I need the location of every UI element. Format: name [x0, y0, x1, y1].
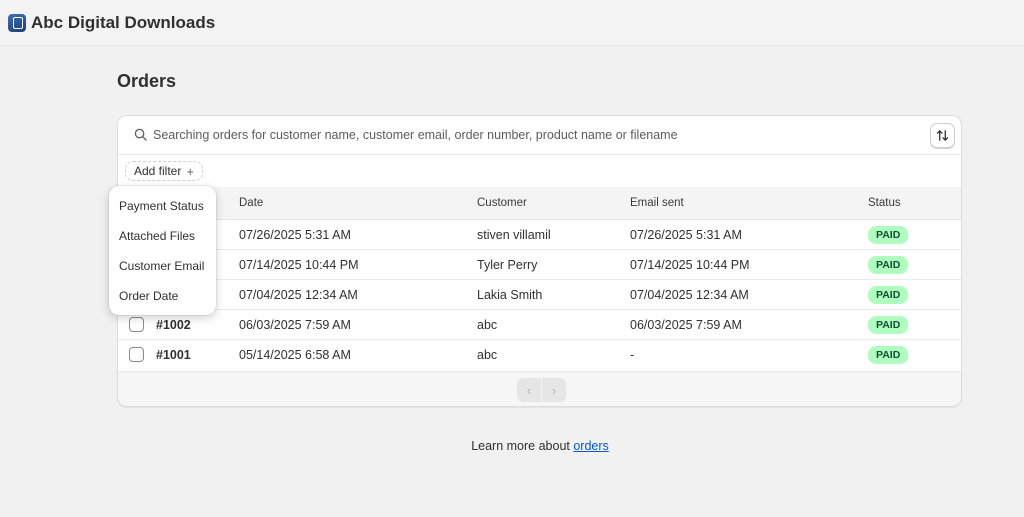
- status-badge: PAID: [868, 256, 909, 274]
- orders-help-link[interactable]: orders: [573, 439, 608, 453]
- row-checkbox[interactable]: [129, 347, 144, 362]
- table-row[interactable]: #1002 06/03/2025 7:59 AM abc 06/03/2025 …: [118, 310, 961, 340]
- search-bar: [118, 116, 961, 155]
- add-filter-label: Add filter: [134, 164, 182, 178]
- sort-button[interactable]: [930, 123, 955, 148]
- filter-row: Add filter +: [118, 155, 961, 187]
- column-header-status[interactable]: Status: [868, 197, 901, 209]
- orders-card: Add filter + Date Customer Email sent St…: [117, 115, 962, 407]
- order-date: 07/26/2025 5:31 AM: [239, 228, 351, 242]
- filter-option-attached-files[interactable]: Attached Files: [109, 221, 216, 251]
- table-row[interactable]: 07/14/2025 10:44 PM Tyler Perry 07/14/20…: [118, 250, 961, 280]
- pagination: ‹ ›: [118, 371, 961, 406]
- search-input[interactable]: [153, 124, 923, 146]
- previous-page-button[interactable]: ‹: [517, 378, 541, 402]
- footer-help: Learn more about orders: [0, 439, 1024, 453]
- customer-name: abc: [477, 318, 498, 332]
- order-number[interactable]: #1002: [156, 318, 191, 332]
- order-number[interactable]: #1001: [156, 348, 191, 362]
- order-date: 07/04/2025 12:34 AM: [239, 288, 358, 302]
- status-badge: PAID: [868, 226, 909, 244]
- filter-option-order-date[interactable]: Order Date: [109, 281, 216, 311]
- email-sent-date: 07/14/2025 10:44 PM: [630, 258, 750, 272]
- app-title: Abc Digital Downloads: [31, 12, 216, 32]
- footer-text: Learn more about: [471, 439, 574, 453]
- column-header-date[interactable]: Date: [239, 197, 263, 209]
- filter-dropdown-menu: Payment Status Attached Files Customer E…: [109, 186, 216, 315]
- table-row[interactable]: 07/26/2025 5:31 AM stiven villamil 07/26…: [118, 220, 961, 250]
- email-sent-date: 07/26/2025 5:31 AM: [630, 228, 742, 242]
- status-badge: PAID: [868, 286, 909, 304]
- status-badge: PAID: [868, 316, 909, 334]
- order-date: 07/14/2025 10:44 PM: [239, 258, 359, 272]
- column-header-customer[interactable]: Customer: [477, 197, 527, 209]
- search-icon: [134, 128, 147, 141]
- customer-name: stiven villamil: [477, 228, 551, 242]
- next-page-button[interactable]: ›: [542, 378, 566, 402]
- email-sent-date: -: [630, 348, 635, 362]
- sort-arrows-icon: [936, 130, 949, 141]
- order-date: 06/03/2025 7:59 AM: [239, 318, 351, 332]
- column-header-email-sent[interactable]: Email sent: [630, 197, 684, 209]
- top-bar: Abc Digital Downloads: [0, 0, 1024, 46]
- filter-option-payment-status[interactable]: Payment Status: [109, 191, 216, 221]
- filter-option-customer-email[interactable]: Customer Email: [109, 251, 216, 281]
- plus-icon: +: [186, 163, 194, 179]
- email-sent-date: 06/03/2025 7:59 AM: [630, 318, 742, 332]
- table-row[interactable]: 07/04/2025 12:34 AM Lakia Smith 07/04/20…: [118, 280, 961, 310]
- customer-name: Tyler Perry: [477, 258, 538, 272]
- table-row[interactable]: #1001 05/14/2025 6:58 AM abc - PAID: [118, 340, 961, 370]
- customer-name: Lakia Smith: [477, 288, 543, 302]
- table-header: Date Customer Email sent Status: [118, 187, 961, 220]
- order-date: 05/14/2025 6:58 AM: [239, 348, 351, 362]
- status-badge: PAID: [868, 346, 909, 364]
- row-checkbox[interactable]: [129, 317, 144, 332]
- add-filter-button[interactable]: Add filter +: [125, 161, 203, 181]
- app-logo-icon: [8, 13, 26, 32]
- email-sent-date: 07/04/2025 12:34 AM: [630, 288, 749, 302]
- customer-name: abc: [477, 348, 498, 362]
- page-title: Orders: [117, 71, 177, 91]
